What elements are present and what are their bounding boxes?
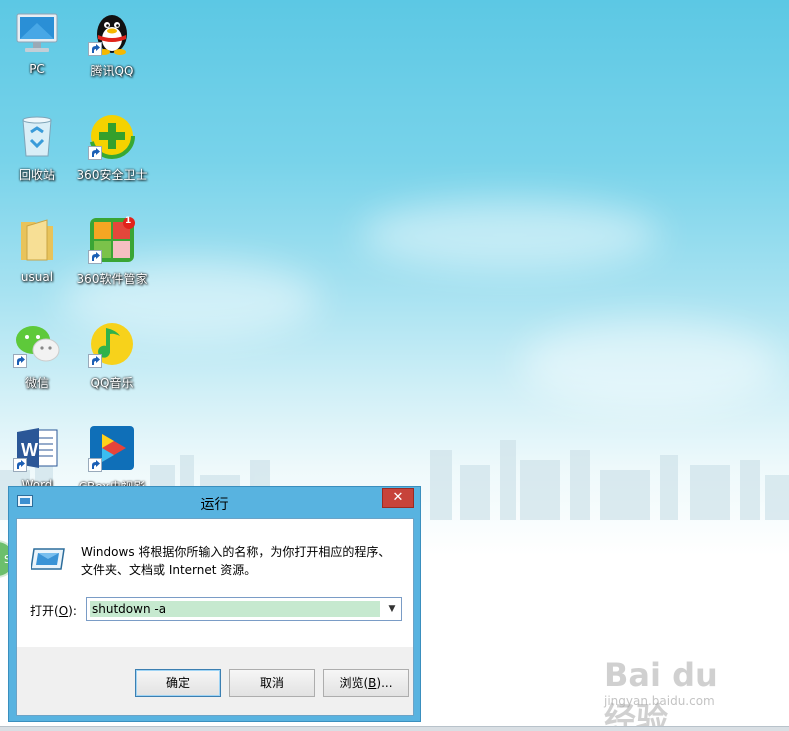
desktop-icon-recycle-bin[interactable]: 回收站 — [0, 112, 77, 183]
desktop-icon-label: 回收站 — [18, 168, 55, 182]
desktop-icon-label: PC — [29, 62, 45, 76]
close-button[interactable]: ✕ — [382, 488, 414, 508]
baidu-jingyan-watermark: Bai du 经验 jingyan.baidu.com — [604, 646, 754, 731]
recycle-bin-icon — [13, 112, 61, 160]
dialog-title: 运行 — [200, 497, 229, 513]
desktop-icon-wechat[interactable]: 微信 — [0, 320, 77, 391]
chevron-down-icon[interactable]: ▼ — [385, 602, 399, 616]
shortcut-arrow-icon — [88, 354, 102, 368]
word-icon: W — [13, 424, 61, 472]
desktop-icon-label: QQ音乐 — [90, 376, 134, 390]
cbox-icon — [88, 424, 136, 472]
desktop-icon-qq[interactable]: 腾讯QQ — [72, 8, 152, 79]
shortcut-arrow-icon — [13, 458, 27, 472]
desktop-icon-pc[interactable]: PC — [0, 8, 77, 76]
run-dialog-titlebar[interactable]: 运行 ✕ — [9, 487, 420, 519]
run-dialog-body: Windows 将根据你所输入的名称，为你打开相应的程序、文件夹、文档或 Int… — [16, 518, 414, 716]
desktop-icon-label: 360软件管家 — [76, 272, 148, 286]
shortcut-arrow-icon — [88, 146, 102, 160]
run-icon — [31, 548, 65, 570]
desktop-icon-folder-usual[interactable]: usual — [0, 216, 77, 284]
browse-button[interactable]: 浏览(B)... — [323, 669, 409, 697]
qq-music-icon — [88, 320, 136, 368]
desktop-icon-label: 360安全卫士 — [76, 168, 148, 182]
desktop-icon-cbox[interactable]: CBox央视影 — [72, 424, 152, 495]
shortcut-arrow-icon — [13, 354, 27, 368]
open-label: 打开(O): — [30, 604, 77, 618]
ok-button[interactable]: 确定 — [135, 669, 221, 697]
shortcut-arrow-icon — [88, 458, 102, 472]
desktop-icon-label: 腾讯QQ — [90, 64, 134, 78]
run-dialog: 运行 ✕ Windows 将根据你所输入的名称，为你打开相应的程序、文件夹、文档… — [8, 486, 421, 722]
folder-icon — [13, 216, 61, 264]
notification-badge: 1 — [125, 216, 132, 226]
desktop-icon-360-software-manager[interactable]: 1 360软件管家 — [72, 216, 152, 287]
360-software-manager-icon: 1 — [88, 216, 136, 264]
desktop-icon-label: 微信 — [24, 376, 49, 390]
desktop-icon-word[interactable]: W Word — [0, 424, 77, 492]
shortcut-arrow-icon — [88, 250, 102, 264]
taskbar-edge — [0, 726, 789, 731]
cancel-button[interactable]: 取消 — [229, 669, 315, 697]
command-combobox[interactable]: shutdown -a ▼ — [86, 597, 402, 621]
desktop-icon-label: usual — [20, 270, 54, 284]
dialog-description: Windows 将根据你所输入的名称，为你打开相应的程序、文件夹、文档或 Int… — [81, 545, 391, 577]
command-input[interactable]: shutdown -a — [90, 601, 380, 617]
watermark-url: jingyan.baidu.com — [604, 694, 715, 708]
qq-penguin-icon — [88, 8, 136, 56]
desktop-icon-360-security[interactable]: 360安全卫士 — [72, 112, 152, 183]
wechat-icon — [13, 320, 61, 368]
shortcut-arrow-icon — [88, 42, 102, 56]
360-security-icon — [88, 112, 136, 160]
svg-text:W: W — [21, 440, 38, 460]
desktop-icon-qq-music[interactable]: QQ音乐 — [72, 320, 152, 391]
computer-icon — [13, 8, 61, 56]
